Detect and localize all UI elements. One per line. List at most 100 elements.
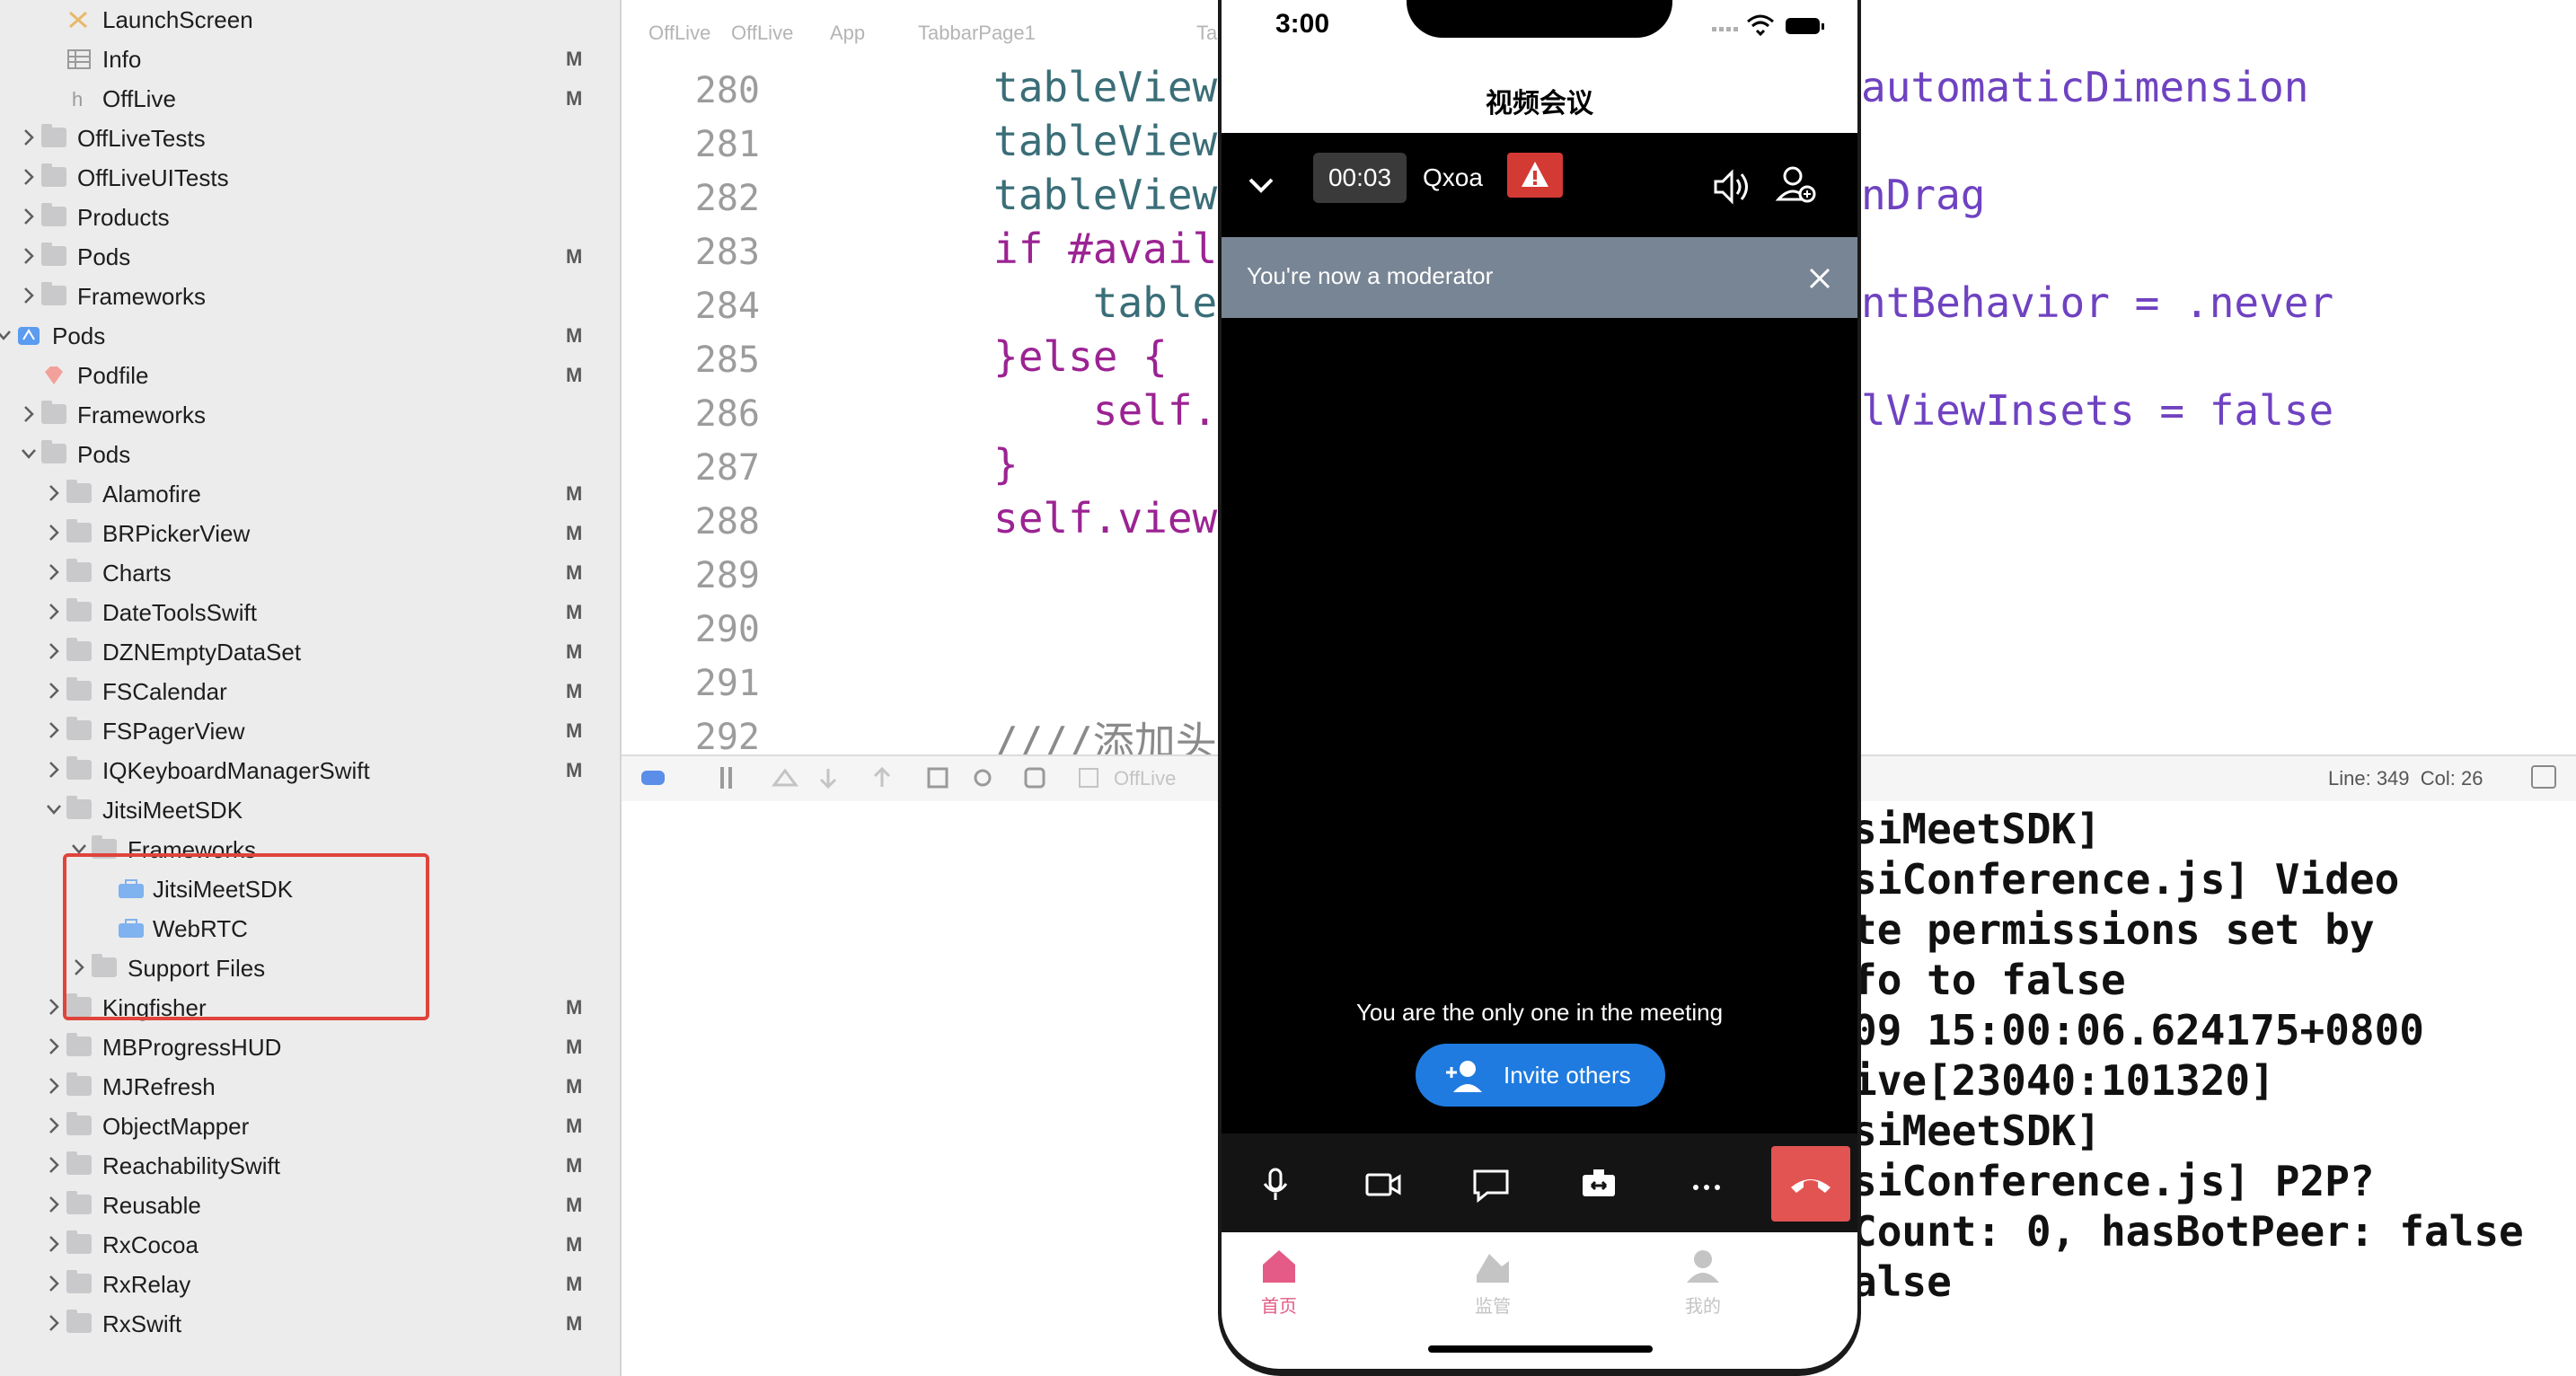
tab-profile[interactable]: 我的 (1649, 1245, 1757, 1318)
modified-badge: M (566, 601, 583, 623)
cursor-position: Line: 349 Col: 26 (2328, 767, 2483, 789)
folder-icon (66, 1270, 92, 1293)
chevron-down-icon[interactable] (20, 444, 38, 463)
console-line: te permissions set by (1852, 905, 2375, 954)
chevron-right-icon[interactable] (45, 483, 63, 503)
navigator-row[interactable]: LaunchScreen (0, 0, 620, 40)
chevron-right-icon[interactable] (45, 760, 63, 780)
status-icons (1712, 14, 1824, 37)
navigator-row[interactable]: Alamofire M (0, 474, 620, 514)
chat-icon[interactable] (1464, 1159, 1518, 1213)
navigator-row[interactable]: Frameworks (0, 277, 620, 316)
navigator-row[interactable]: Products (0, 198, 620, 237)
more-icon[interactable] (1680, 1159, 1734, 1213)
invite-others-label: Invite others (1504, 1062, 1631, 1089)
chevron-down-icon[interactable] (0, 325, 13, 345)
navigator-row[interactable]: OffLiveTests (0, 119, 620, 158)
navigator-row[interactable]: Pods M (0, 237, 620, 277)
navigator-row[interactable]: DZNEmptyDataSet M (0, 632, 620, 672)
chevron-right-icon[interactable] (45, 641, 63, 661)
chevron-right-icon[interactable] (45, 1195, 63, 1214)
navigator-row[interactable]: h OffLive M (0, 79, 620, 119)
breadcrumb-item[interactable]: OffLive (648, 22, 710, 45)
tab-label: 首页 (1261, 1297, 1297, 1317)
navigator-row[interactable]: JitsiMeetSDK (0, 790, 620, 830)
navigator-row[interactable]: DateToolsSwift M (0, 593, 620, 632)
chevron-right-icon[interactable] (45, 1076, 63, 1096)
navigator-row-label: Pods (77, 243, 131, 270)
chevron-down-icon[interactable] (45, 799, 63, 819)
microphone-icon[interactable] (1248, 1159, 1302, 1213)
chevron-right-icon[interactable] (20, 128, 38, 147)
navigator-row[interactable]: IQKeyboardManagerSwift M (0, 751, 620, 790)
navigator-row[interactable]: MJRefresh M (0, 1067, 620, 1107)
chevron-right-icon[interactable] (45, 1313, 63, 1333)
chevron-right-icon[interactable] (45, 1155, 63, 1175)
chevron-right-icon[interactable] (45, 681, 63, 701)
breadcrumb-item[interactable]: Ta (1196, 22, 1217, 45)
close-icon[interactable] (1805, 264, 1834, 293)
modified-badge: M (566, 522, 583, 544)
chevron-right-icon[interactable] (45, 523, 63, 542)
console-line: fo to false (1852, 956, 2126, 1004)
navigator-row[interactable]: ReachabilitySwift M (0, 1146, 620, 1186)
navigator-row[interactable]: Frameworks (0, 395, 620, 435)
navigator-row[interactable]: FSCalendar M (0, 672, 620, 711)
line-number: 281 (694, 124, 760, 165)
navigator-row[interactable]: ObjectMapper M (0, 1107, 620, 1146)
chevron-right-icon[interactable] (20, 246, 38, 266)
chevron-right-icon[interactable] (20, 207, 38, 226)
chevron-right-icon[interactable] (45, 562, 63, 582)
chevron-right-icon[interactable] (45, 1036, 63, 1056)
folder-icon (41, 124, 66, 147)
line-number: 288 (694, 501, 760, 542)
navigator-row[interactable]: RxRelay M (0, 1265, 620, 1304)
navigator-row[interactable]: Info M (0, 40, 620, 79)
breadcrumb-item[interactable]: TabbarPage1 (918, 22, 1036, 45)
breadcrumb-item[interactable]: App (830, 22, 865, 45)
navigator-row[interactable]: FSPagerView M (0, 711, 620, 751)
navigator-row[interactable]: OffLiveUITests (0, 158, 620, 198)
camera-icon[interactable] (1356, 1159, 1410, 1213)
chevron-right-icon[interactable] (45, 1234, 63, 1254)
modified-badge: M (566, 482, 583, 505)
chevron-right-icon[interactable] (45, 720, 63, 740)
folder-icon (66, 677, 92, 701)
chevron-right-icon[interactable] (45, 602, 63, 622)
debug-controls-icon[interactable] (640, 758, 1178, 799)
navigator-row[interactable]: Charts M (0, 553, 620, 593)
navigator-row[interactable]: Pods (0, 435, 620, 474)
warning-badge[interactable] (1507, 153, 1563, 198)
participants-icon[interactable] (1775, 163, 1818, 207)
chevron-right-icon[interactable] (45, 997, 63, 1017)
tile-view-icon[interactable] (1572, 1159, 1626, 1213)
navigator-row[interactable]: Podfile M (0, 356, 620, 395)
debug-scheme-label: OffLive (1114, 767, 1177, 789)
chevron-right-icon[interactable] (45, 1274, 63, 1293)
supervise-icon (1477, 1254, 1509, 1283)
folder-icon (66, 1033, 92, 1056)
line-number: 289 (694, 555, 760, 596)
navigator-row[interactable]: Reusable M (0, 1186, 620, 1225)
simulator-screen: 3:00 视频会议 00:03 Qxoa You're now a modera… (1222, 0, 1857, 1369)
navigator-row[interactable]: RxSwift M (0, 1304, 620, 1344)
speaker-icon[interactable] (1710, 165, 1753, 208)
breadcrumb-item[interactable]: OffLive (731, 22, 793, 45)
navigator-row[interactable]: RxCocoa M (0, 1225, 620, 1265)
invite-others-button[interactable]: Invite others (1416, 1044, 1665, 1107)
panel-toggle-icon[interactable] (2531, 765, 2556, 789)
tab-supervise[interactable]: 监管 (1439, 1245, 1547, 1318)
modified-badge: M (566, 640, 583, 663)
tab-home[interactable]: 首页 (1225, 1245, 1333, 1318)
folder-icon (66, 598, 92, 622)
navigator-row[interactable]: Pods M (0, 316, 620, 356)
chevron-down-icon[interactable] (1243, 167, 1279, 203)
hangup-button[interactable] (1771, 1146, 1850, 1222)
chevron-right-icon[interactable] (20, 404, 38, 424)
chevron-right-icon[interactable] (45, 1116, 63, 1135)
chevron-right-icon[interactable] (20, 286, 38, 305)
navigator-row[interactable]: BRPickerView M (0, 514, 620, 553)
navigator-row[interactable]: MBProgressHUD M (0, 1028, 620, 1067)
chevron-right-icon[interactable] (20, 167, 38, 187)
folder-icon (41, 203, 66, 226)
